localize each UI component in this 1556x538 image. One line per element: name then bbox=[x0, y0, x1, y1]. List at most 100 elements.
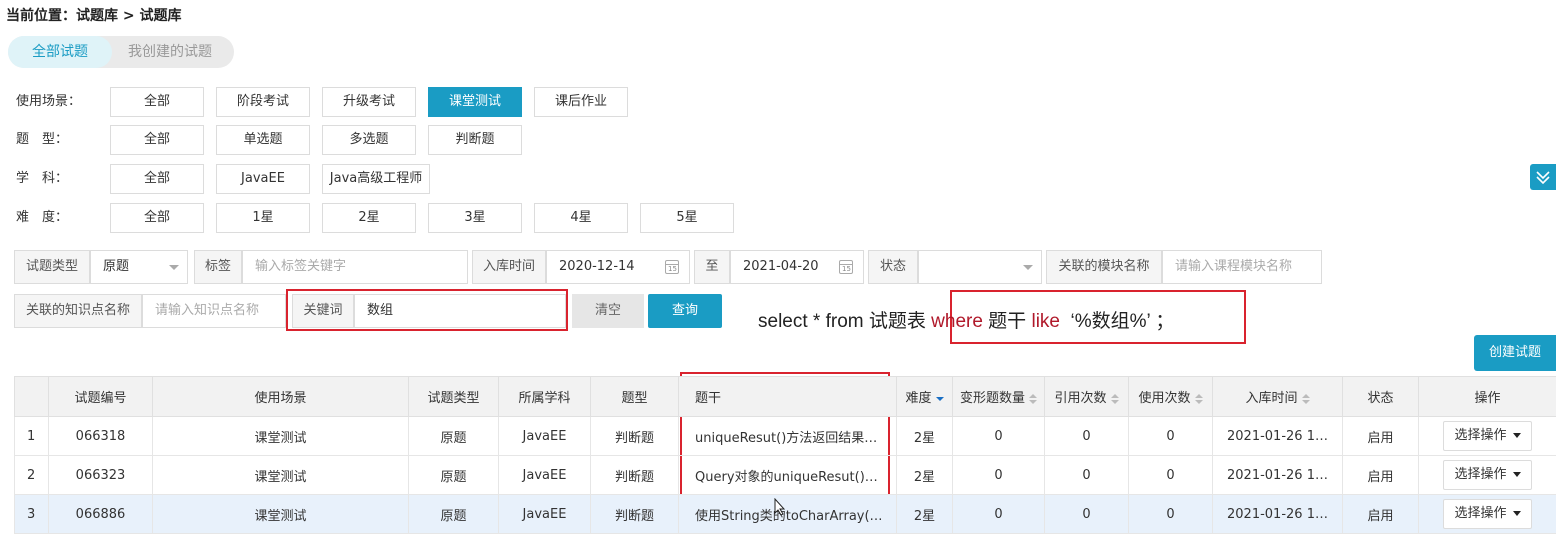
date-from-value: 2020-12-14 bbox=[559, 259, 635, 274]
cell-refs: 0 bbox=[1044, 455, 1129, 495]
cell-uses: 0 bbox=[1128, 494, 1213, 534]
cell-scene: 课堂测试 bbox=[152, 416, 409, 456]
cell-kind: 判断题 bbox=[590, 416, 679, 456]
mouse-cursor-icon bbox=[774, 498, 786, 516]
date-label: 入库时间 bbox=[472, 250, 546, 284]
col-header-difficulty-label: 难度 bbox=[905, 391, 932, 406]
scene-chip-all[interactable]: 全部 bbox=[110, 87, 204, 117]
difficulty-chip-5[interactable]: 5星 bbox=[640, 203, 734, 233]
cell-index: 1 bbox=[14, 416, 49, 456]
create-question-button[interactable]: 创建试题 bbox=[1474, 335, 1556, 371]
cell-op: 选择操作 bbox=[1418, 416, 1556, 456]
calendar-icon-day: 15 bbox=[668, 265, 677, 273]
difficulty-chip-4[interactable]: 4星 bbox=[534, 203, 628, 233]
knowledge-placeholder: 请输入知识点名称 bbox=[155, 303, 260, 318]
scene-chip-class-test[interactable]: 课堂测试 bbox=[428, 87, 522, 117]
col-header-difficulty[interactable]: 难度 bbox=[896, 376, 953, 417]
cell-scene: 课堂测试 bbox=[152, 494, 409, 534]
tab-all-questions[interactable]: 全部试题 bbox=[8, 36, 112, 68]
table-header-row: 试题编号 使用场景 试题类型 所属学科 题型 题干 难度 变形题数量 引用次数 … bbox=[14, 376, 1556, 417]
cell-code: 066886 bbox=[48, 494, 153, 534]
cell-status[interactable]: 启用 bbox=[1342, 455, 1419, 495]
sort-icon[interactable] bbox=[1194, 393, 1203, 404]
sql-like: like bbox=[1031, 311, 1060, 332]
cell-uses: 0 bbox=[1128, 455, 1213, 495]
subject-chip-all[interactable]: 全部 bbox=[110, 164, 204, 194]
calendar-icon[interactable]: 15 bbox=[665, 260, 679, 274]
difficulty-chip-3[interactable]: 3星 bbox=[428, 203, 522, 233]
difficulty-chip-2[interactable]: 2星 bbox=[322, 203, 416, 233]
module-placeholder: 请输入课程模块名称 bbox=[1175, 259, 1293, 274]
select-action-button[interactable]: 选择操作 bbox=[1443, 421, 1532, 451]
caret-down-icon bbox=[1512, 511, 1521, 516]
caret-down-icon bbox=[1512, 472, 1521, 477]
cell-status[interactable]: 启用 bbox=[1342, 416, 1419, 456]
question-type-label: 试题类型 bbox=[14, 250, 90, 284]
col-header-refs[interactable]: 引用次数 bbox=[1044, 376, 1129, 417]
difficulty-chip-all[interactable]: 全部 bbox=[110, 203, 204, 233]
select-action-button[interactable]: 选择操作 bbox=[1443, 460, 1532, 490]
scene-chip-upgrade-exam[interactable]: 升级考试 bbox=[322, 87, 416, 117]
sort-icon[interactable] bbox=[1029, 393, 1037, 404]
tag-label: 标签 bbox=[194, 250, 242, 284]
sort-icon[interactable] bbox=[1110, 393, 1119, 404]
date-to-input[interactable]: 2021-04-20 15 bbox=[730, 250, 864, 284]
knowledge-input[interactable]: 请输入知识点名称 bbox=[142, 294, 286, 328]
date-to-value: 2021-04-20 bbox=[743, 259, 819, 274]
module-label: 关联的模块名称 bbox=[1046, 250, 1162, 284]
table-row[interactable]: 1 066318 课堂测试 原题 JavaEE 判断题 uniqueResut(… bbox=[14, 416, 1556, 456]
cell-stem[interactable]: 使用String类的toCharArray(… bbox=[678, 494, 897, 534]
calendar-icon-day: 15 bbox=[842, 265, 851, 273]
table-row[interactable]: 2 066323 课堂测试 原题 JavaEE 判断题 Query对象的uniq… bbox=[14, 455, 1556, 495]
keyword-highlight-box bbox=[286, 289, 568, 331]
col-header-refs-label: 引用次数 bbox=[1054, 391, 1107, 406]
module-input[interactable]: 请输入课程模块名称 bbox=[1162, 250, 1322, 284]
cell-status[interactable]: 启用 bbox=[1342, 494, 1419, 534]
subject-chip-java-senior[interactable]: Java高级工程师 bbox=[322, 164, 430, 194]
cell-refs: 0 bbox=[1044, 494, 1129, 534]
col-header-scene: 使用场景 bbox=[152, 376, 409, 417]
calendar-icon[interactable]: 15 bbox=[839, 260, 853, 274]
scene-chip-stage-exam[interactable]: 阶段考试 bbox=[216, 87, 310, 117]
status-select[interactable] bbox=[918, 250, 1042, 284]
cell-stem[interactable]: Query对象的uniqueResut()… bbox=[678, 455, 897, 495]
col-header-variants[interactable]: 变形题数量 bbox=[952, 376, 1045, 417]
select-action-button[interactable]: 选择操作 bbox=[1443, 499, 1532, 529]
question-type-select[interactable]: 原题 bbox=[90, 250, 188, 284]
tag-input[interactable]: 输入标签关键字 bbox=[242, 250, 468, 284]
col-header-date[interactable]: 入库时间 bbox=[1212, 376, 1343, 417]
select-action-label: 选择操作 bbox=[1454, 467, 1507, 482]
sql-field: 题干 bbox=[982, 311, 1032, 332]
sql-pattern: ‘%数组%’ ； bbox=[1059, 311, 1175, 332]
cell-variants: 0 bbox=[952, 455, 1045, 495]
type-chip-single[interactable]: 单选题 bbox=[216, 125, 310, 155]
knowledge-label: 关联的知识点名称 bbox=[14, 294, 142, 328]
cell-date: 2021-01-26 1… bbox=[1212, 455, 1343, 495]
scene-chip-homework[interactable]: 课后作业 bbox=[534, 87, 628, 117]
col-header-uses-label: 使用次数 bbox=[1138, 391, 1191, 406]
difficulty-chip-1[interactable]: 1星 bbox=[216, 203, 310, 233]
tab-my-questions[interactable]: 我创建的试题 bbox=[112, 36, 228, 68]
type-chip-judge[interactable]: 判断题 bbox=[428, 125, 522, 155]
filter-label-difficulty: 难 度： bbox=[16, 210, 69, 225]
date-to-label: 至 bbox=[694, 250, 730, 284]
col-header-kind: 题型 bbox=[590, 376, 679, 417]
chevron-down-icon bbox=[169, 265, 179, 270]
date-from-input[interactable]: 2020-12-14 15 bbox=[546, 250, 690, 284]
query-button[interactable]: 查询 bbox=[648, 294, 722, 328]
type-chip-all[interactable]: 全部 bbox=[110, 125, 204, 155]
cell-qtype: 原题 bbox=[408, 494, 499, 534]
clear-button[interactable]: 清空 bbox=[572, 294, 644, 328]
expand-panel-button[interactable] bbox=[1530, 164, 1556, 190]
col-header-uses[interactable]: 使用次数 bbox=[1128, 376, 1213, 417]
tab-bar: 全部试题 我创建的试题 bbox=[8, 36, 234, 68]
subject-chip-javaee[interactable]: JavaEE bbox=[216, 164, 310, 194]
caret-down-icon bbox=[1512, 433, 1521, 438]
type-chip-multi[interactable]: 多选题 bbox=[322, 125, 416, 155]
chevron-down-icon bbox=[1023, 265, 1033, 270]
cell-stem[interactable]: uniqueResut()方法返回结果… bbox=[678, 416, 897, 456]
sort-icon[interactable] bbox=[1301, 393, 1310, 404]
sql-annotation: select * from 试题表 where 题干 like ‘%数组%’ ； bbox=[758, 306, 1174, 333]
sort-desc-icon[interactable] bbox=[935, 394, 944, 404]
cell-date: 2021-01-26 1… bbox=[1212, 494, 1343, 534]
